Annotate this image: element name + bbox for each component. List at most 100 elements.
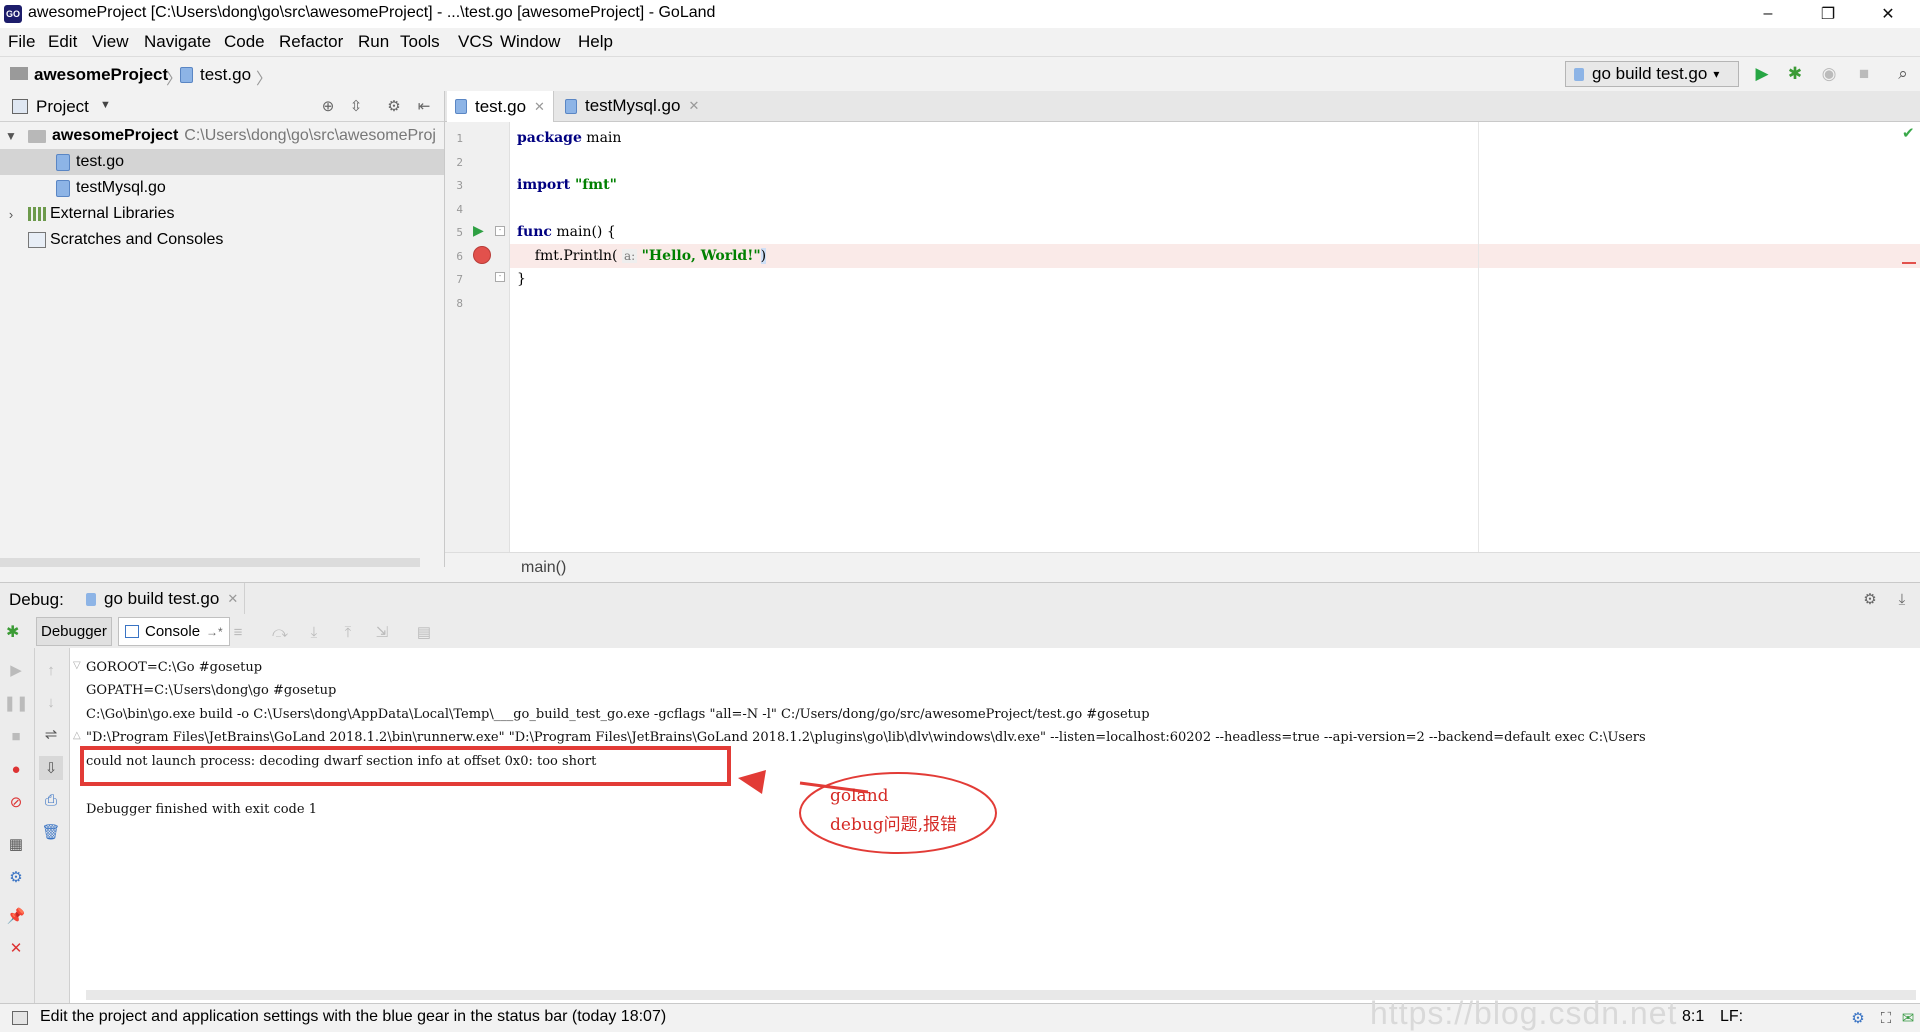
root-folder-name: awesomeProject [52, 127, 179, 144]
breadcrumb-function[interactable]: main() [521, 559, 566, 577]
minimize-button[interactable]: – [1745, 0, 1791, 28]
maximize-button[interactable]: ❐ [1805, 0, 1851, 28]
project-view-icon [12, 99, 28, 114]
stop-icon[interactable]: ■ [1853, 63, 1875, 85]
resume-icon[interactable]: ▶ [6, 660, 26, 680]
annotation-text-2: debug问题,报错 [830, 815, 958, 835]
tab-testmysql-go[interactable]: testMysql.go ✕ [557, 91, 707, 121]
horizontal-scrollbar[interactable] [0, 558, 420, 567]
debug-label: Debug: [9, 590, 64, 609]
menu-view[interactable]: View [92, 32, 129, 52]
line-separator[interactable]: LF: [1720, 1008, 1743, 1026]
fold-icon[interactable]: - [495, 272, 505, 282]
nav-file-crumb[interactable]: test.go [200, 65, 251, 85]
breakpoint-icon[interactable] [473, 246, 491, 264]
collapse-all-icon[interactable]: ⇳ [346, 96, 366, 116]
mute-breakpoints-icon[interactable]: ⊘ [6, 792, 26, 812]
lock-icon[interactable]: ⛶ [1876, 1008, 1896, 1028]
editor-gutter[interactable]: 1 2 3 4 5 6 7 8 ▶ - - [445, 122, 510, 552]
close-icon[interactable]: ✕ [6, 938, 26, 958]
tab-test-go[interactable]: test.go ✕ [447, 91, 554, 122]
console-output[interactable]: ▽ GOROOT=C:\Go #gosetup GOPATH=C:\Users\… [70, 648, 1920, 1003]
gear-icon[interactable]: ⚙ [1860, 589, 1880, 609]
arrow-down-icon[interactable]: ↓ [41, 692, 61, 712]
watermark: https://blog.csdn.net [1370, 995, 1678, 1031]
run-configuration-select[interactable]: go build test.go ▾ [1565, 61, 1739, 87]
chevron-right-icon: › [8, 206, 14, 222]
tab-console[interactable]: Console →* [118, 617, 230, 646]
tree-row-external-libraries[interactable]: › External Libraries [0, 201, 444, 227]
menu-help[interactable]: Help [578, 32, 613, 52]
debug-session-tab[interactable]: go build test.go ✕ [80, 583, 246, 615]
menu-tools[interactable]: Tools [400, 32, 440, 52]
status-message: Edit the project and application setting… [40, 1008, 667, 1025]
tree-row-scratches[interactable]: Scratches and Consoles [0, 227, 444, 253]
tree-row-test-go[interactable]: test.go [0, 149, 444, 175]
project-panel-header: Project ▼ ⊕ ⇳ ⚙ ⇤ [0, 91, 444, 122]
run-gutter-icon[interactable]: ▶ [473, 222, 484, 239]
cursor-position[interactable]: 8:1 [1682, 1008, 1704, 1026]
code-line-7: } [517, 271, 526, 287]
external-libraries-label: External Libraries [50, 205, 175, 222]
gear-icon[interactable]: ⚙ [384, 96, 404, 116]
chevron-down-icon: ▾ [1713, 67, 1720, 81]
arrow-icon: →* [206, 624, 223, 639]
debug-bug-icon[interactable]: ✱ [1784, 63, 1806, 85]
restore-layout-icon[interactable]: ▦ [6, 834, 26, 854]
arrow-up-icon[interactable]: ↑ [41, 660, 61, 680]
tree-row-root[interactable]: ▼ awesomeProject C:\Users\dong\go\src\aw… [0, 123, 444, 149]
console-icon [125, 625, 139, 638]
project-panel: Project ▼ ⊕ ⇳ ⚙ ⇤ ▼ awesomeProject C:\Us… [0, 91, 445, 567]
hide-panel-icon[interactable]: ⇤ [414, 96, 434, 116]
tab-debugger[interactable]: Debugger [36, 617, 112, 646]
menu-code[interactable]: Code [224, 32, 265, 52]
close-icon[interactable]: ✕ [227, 591, 238, 607]
menu-window[interactable]: Window [500, 32, 560, 52]
event-log-icon[interactable]: ✉ [1898, 1008, 1918, 1028]
pin-icon[interactable]: 📌 [6, 906, 26, 926]
right-margin-guide [1478, 122, 1479, 552]
fold-icon[interactable]: - [495, 226, 505, 236]
menu-file[interactable]: File [8, 32, 35, 52]
console-left-toolbar: ↑ ↓ ⇌ ⇩ ⎙ 🗑 [35, 648, 70, 1003]
close-icon[interactable]: ✕ [534, 99, 545, 115]
evaluate-icon[interactable]: ▤ [414, 622, 434, 642]
pause-icon[interactable]: ❚❚ [3, 693, 28, 713]
editor-tab-bar: test.go ✕ testMysql.go ✕ [445, 91, 1920, 122]
view-breakpoints-icon[interactable]: ● [6, 759, 26, 779]
locate-icon[interactable]: ⊕ [318, 96, 338, 116]
chevron-down-icon[interactable]: ▼ [100, 99, 111, 111]
show-execution-point-icon[interactable]: ≡ [228, 622, 248, 642]
search-icon[interactable]: ⌕ [1892, 63, 1914, 85]
step-over-icon[interactable]: ⤼ [270, 622, 290, 642]
close-icon[interactable]: ✕ [688, 98, 699, 114]
debug-tool-window-header: Debug: go build test.go ✕ ⚙ ⤓ [0, 582, 1920, 616]
rerun-debug-icon[interactable]: ✱ [6, 622, 19, 642]
error-stripe-marker[interactable] [1902, 262, 1916, 264]
menu-run[interactable]: Run [358, 32, 389, 52]
settings-icon[interactable]: ⚙ [1848, 1008, 1868, 1028]
step-out-icon[interactable]: ⤒ [338, 622, 358, 642]
line-number: 8 [456, 297, 463, 310]
tree-row-testmysql-go[interactable]: testMysql.go [0, 175, 444, 201]
stop-icon[interactable]: ■ [6, 726, 26, 746]
project-view-select[interactable]: Project [36, 97, 89, 117]
tool-windows-icon[interactable] [12, 1011, 28, 1025]
menu-edit[interactable]: Edit [48, 32, 77, 52]
print-icon[interactable]: ⎙ [41, 790, 61, 810]
step-into-icon[interactable]: ⤓ [304, 622, 324, 642]
scroll-to-end-icon[interactable]: ⇩ [39, 756, 63, 780]
soft-wrap-icon[interactable]: ⇌ [41, 724, 61, 744]
run-icon[interactable]: ▶ [1751, 63, 1773, 85]
menu-navigate[interactable]: Navigate [144, 32, 211, 52]
close-window-button[interactable]: ✕ [1865, 0, 1911, 28]
hide-icon[interactable]: ⤓ [1892, 589, 1912, 609]
nav-project-crumb[interactable]: awesomeProject [34, 65, 168, 85]
menu-refactor[interactable]: Refactor [279, 32, 343, 52]
run-to-cursor-icon[interactable]: ⇲ [372, 622, 392, 642]
clear-all-icon[interactable]: 🗑 [41, 822, 61, 842]
coverage-icon[interactable]: ◉ [1818, 63, 1840, 85]
menu-vcs[interactable]: VCS [458, 32, 493, 52]
settings-icon[interactable]: ⚙ [6, 867, 26, 887]
code-editor[interactable]: package main import "fmt" func main() { … [510, 122, 1920, 552]
